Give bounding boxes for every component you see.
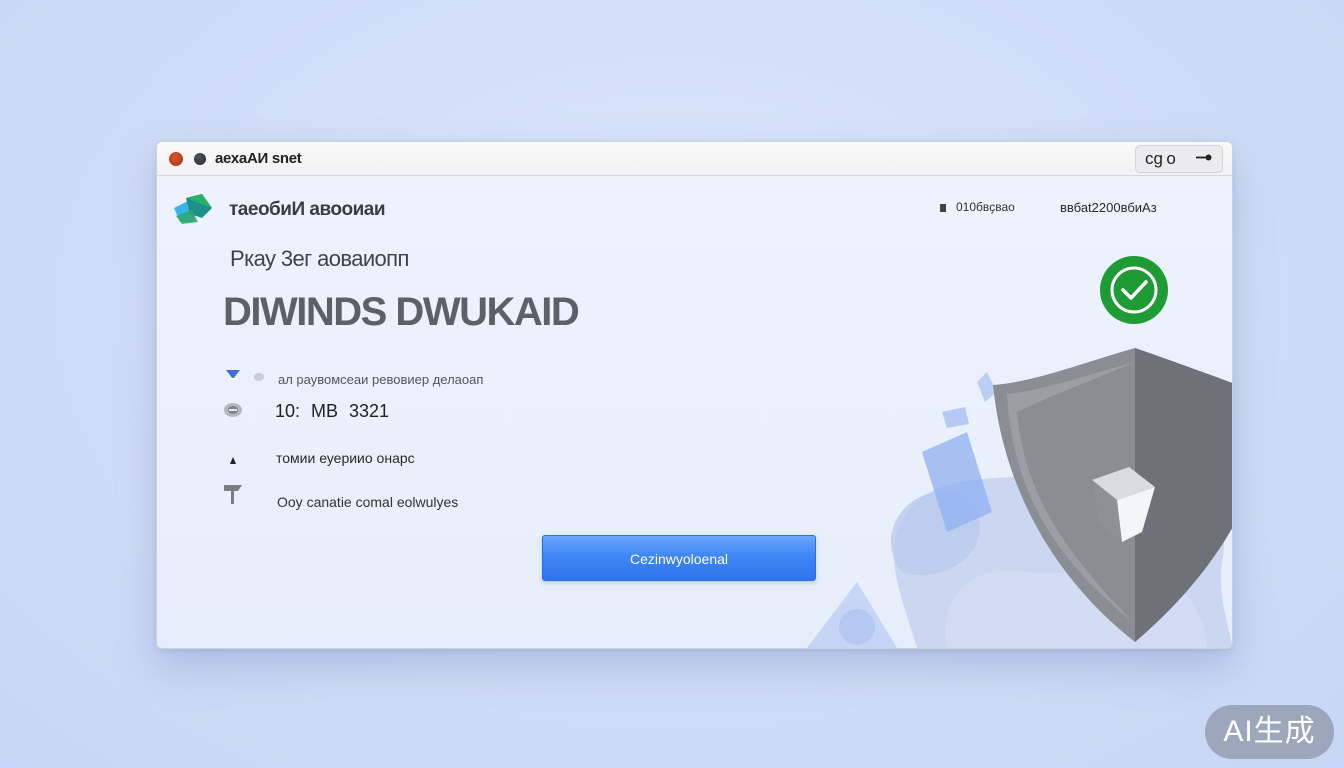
info-row-label: 10: MB 3321 bbox=[275, 401, 390, 421]
flag-icon bbox=[224, 485, 242, 504]
app-window: аехаАИ snet cg o таеобиИ авооиаи 010бвҫв… bbox=[156, 141, 1233, 649]
header-status-text: 010бвҫвао bbox=[956, 200, 1015, 214]
ai-generated-watermark: AI生成 bbox=[1205, 705, 1334, 759]
close-window-button[interactable] bbox=[169, 152, 183, 166]
minimize-window-button[interactable] bbox=[194, 153, 206, 165]
title-bar-control-text: cg o bbox=[1145, 149, 1176, 168]
user-icon bbox=[230, 457, 236, 464]
gear-icon bbox=[254, 373, 264, 381]
check-icon bbox=[1100, 256, 1168, 324]
app-logo bbox=[174, 194, 212, 224]
page-title: DIWINDS DWUKAID bbox=[223, 290, 580, 334]
chevron-down-icon bbox=[226, 370, 240, 380]
info-row-label: ал раувомсеаи ревовиер делаоап bbox=[278, 372, 484, 387]
page-subtitle: Ркау 3ег аоваиопп bbox=[230, 246, 409, 271]
key-icon bbox=[1196, 154, 1212, 161]
title-bar: аехаАИ snet cg o bbox=[157, 142, 1232, 176]
status-indicator-icon bbox=[940, 204, 946, 212]
title-bar-control[interactable]: cg o bbox=[1135, 145, 1223, 173]
app-name: таеобиИ авооиаи bbox=[229, 199, 386, 220]
header-info-text: ввбаt2200вбиАз bbox=[1060, 200, 1157, 215]
info-row-label: томии еуериио онарс bbox=[276, 450, 415, 466]
window-title: аехаАИ snet bbox=[215, 150, 302, 167]
disk-icon bbox=[224, 403, 242, 417]
info-row-label: Ooy canatie comal eolwulyes bbox=[277, 494, 459, 510]
header-status-item: 010бвҫвао bbox=[940, 200, 1015, 214]
